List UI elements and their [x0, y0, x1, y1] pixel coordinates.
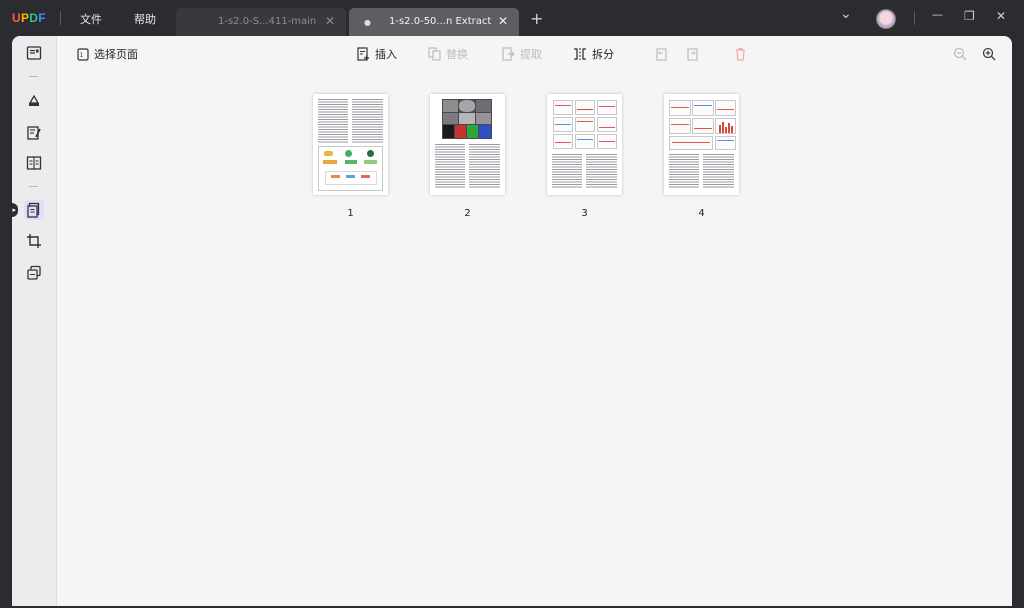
split-label: 拆分 [592, 48, 614, 61]
zoom-in-button[interactable] [982, 46, 996, 62]
sidebar-separator [29, 76, 38, 77]
insert-page-icon [357, 47, 369, 61]
page-thumbnail-1[interactable] [313, 94, 388, 195]
split-icon [574, 48, 586, 60]
select-pages-button[interactable]: 1 选择页面 [77, 46, 138, 62]
page-tools-icon[interactable] [25, 264, 43, 282]
insert-label: 插入 [375, 48, 397, 61]
organize-pages-icon[interactable] [24, 200, 44, 220]
text-column [318, 99, 348, 143]
text-column [469, 144, 500, 189]
title-bar: UPDF 文件 帮助 1-s2.0-S...411-main ✕ ● 1-s2.… [0, 0, 1024, 36]
zoom-in-icon [982, 47, 996, 61]
unsaved-dot-icon: ● [364, 18, 371, 27]
rotate-right-button[interactable] [686, 46, 700, 62]
page-number-label: 3 [581, 208, 588, 219]
form-fields-icon[interactable] [25, 154, 43, 172]
delete-page-button[interactable] [734, 46, 747, 62]
rotate-right-icon [687, 48, 698, 61]
text-column [352, 99, 383, 143]
tab-extract-document[interactable]: ● 1-s2.0-50...n Extract ✕ [349, 8, 519, 36]
page-number-label: 4 [698, 208, 705, 219]
left-sidebar [12, 36, 57, 606]
page-thumbnail-4[interactable] [664, 94, 739, 195]
text-column [669, 154, 699, 189]
chevron-down-icon[interactable]: ⌄ [840, 6, 852, 22]
title-separator [60, 11, 61, 25]
page-number-label: 2 [464, 208, 471, 219]
menu-file[interactable]: 文件 [80, 11, 102, 27]
select-pages-icon: 1 [77, 47, 89, 61]
text-column [586, 154, 617, 189]
zoom-out-icon [953, 47, 967, 61]
reader-mode-icon[interactable] [25, 44, 43, 62]
close-tab-icon[interactable]: ✕ [498, 14, 508, 28]
extract-button[interactable]: 提取 [502, 46, 542, 62]
page-number-label: 1 [347, 208, 354, 219]
replace-button[interactable]: 替换 [428, 46, 468, 62]
page-thumbnail-3[interactable] [547, 94, 622, 195]
split-button[interactable]: 拆分 [573, 46, 614, 62]
rotate-left-icon [656, 48, 667, 61]
edit-pdf-icon[interactable] [25, 124, 43, 142]
rotate-left-button[interactable] [654, 46, 668, 62]
extract-label: 提取 [520, 48, 542, 61]
crop-icon[interactable] [25, 232, 43, 250]
insert-button[interactable]: 插入 [357, 46, 397, 62]
zoom-out-button[interactable] [953, 46, 967, 62]
text-column [703, 154, 734, 189]
trash-icon [736, 47, 745, 61]
extract-page-icon [502, 47, 515, 61]
select-pages-label: 选择页面 [94, 48, 138, 61]
text-column [552, 154, 582, 189]
replace-label: 替换 [446, 48, 468, 61]
sidebar-separator [29, 186, 38, 187]
minimize-icon[interactable]: — [932, 8, 943, 21]
menu-help[interactable]: 帮助 [134, 11, 156, 27]
figure-image [318, 146, 383, 191]
tab-main-document[interactable]: 1-s2.0-S...411-main ✕ [176, 8, 346, 36]
close-window-icon[interactable]: ✕ [996, 9, 1006, 23]
text-column [435, 144, 465, 189]
tab-label: 1-s2.0-S...411-main [218, 16, 317, 27]
add-tab-icon[interactable]: + [530, 9, 543, 28]
micrograph-image [442, 99, 492, 139]
main-panel: ▸ 1 选择页面 插入 替换 提取 拆分 1 2 3 4 [12, 36, 1012, 606]
user-avatar[interactable] [876, 9, 896, 29]
close-tab-icon[interactable]: ✕ [325, 14, 335, 28]
title-separator [914, 11, 915, 25]
comment-highlighter-icon[interactable] [25, 92, 43, 110]
tab-label: 1-s2.0-50...n Extract [389, 16, 492, 27]
restore-icon[interactable]: ❐ [964, 9, 975, 23]
page-thumbnail-2[interactable] [430, 94, 505, 195]
replace-page-icon [428, 47, 441, 61]
svg-text:1: 1 [80, 52, 84, 59]
updf-logo: UPDF [12, 11, 46, 25]
